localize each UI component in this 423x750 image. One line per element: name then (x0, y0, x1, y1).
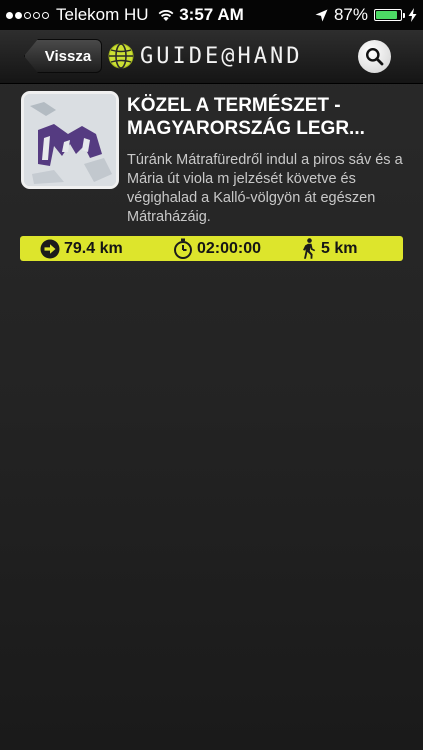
tour-title: KÖZEL A TERMÉSZET - MAGYARORSZÁG LEGR... (127, 94, 403, 140)
distance-stat: 79.4 km (40, 236, 123, 261)
distance-value: 79.4 km (64, 239, 123, 257)
app-logo: GUIDE@HAND (108, 41, 302, 71)
battery-cap (403, 12, 405, 18)
navigation-bar: Vissza GUIDE@HAND (0, 30, 423, 84)
tour-thumbnail (21, 91, 119, 189)
duration-stat: 02:00:00 (173, 236, 261, 261)
globe-icon (108, 43, 134, 69)
location-arrow-icon (315, 9, 328, 21)
logo-text: GUIDE@HAND (140, 43, 303, 69)
battery-icon (374, 9, 402, 21)
trail-marker-image (24, 94, 116, 186)
arrow-right-circle-icon (40, 239, 60, 258)
search-button[interactable] (358, 40, 391, 73)
search-icon (366, 48, 384, 66)
charging-bolt-icon (408, 8, 417, 22)
battery-percent: 87% (333, 5, 368, 24)
walking-person-icon (303, 238, 316, 259)
tour-title-line-2: MAGYARORSZÁG LEGR... (127, 118, 365, 139)
walk-value: 5 km (321, 239, 358, 257)
status-bar: Telekom HU 3:57 AM 87% (0, 0, 423, 30)
tour-stats-bar: 79.4 km 02:00:00 5 km (20, 236, 403, 261)
battery-fill (376, 11, 397, 19)
tour-title-line-1: KÖZEL A TERMÉSZET - (127, 95, 341, 116)
status-right: 87% (315, 5, 417, 25)
back-button[interactable]: Vissza (24, 39, 102, 73)
stopwatch-icon (174, 238, 192, 259)
walking-stat: 5 km (301, 236, 357, 261)
duration-value: 02:00:00 (197, 239, 262, 257)
tour-description: Túránk Mátrafüredről indul a piros sáv é… (127, 152, 403, 225)
